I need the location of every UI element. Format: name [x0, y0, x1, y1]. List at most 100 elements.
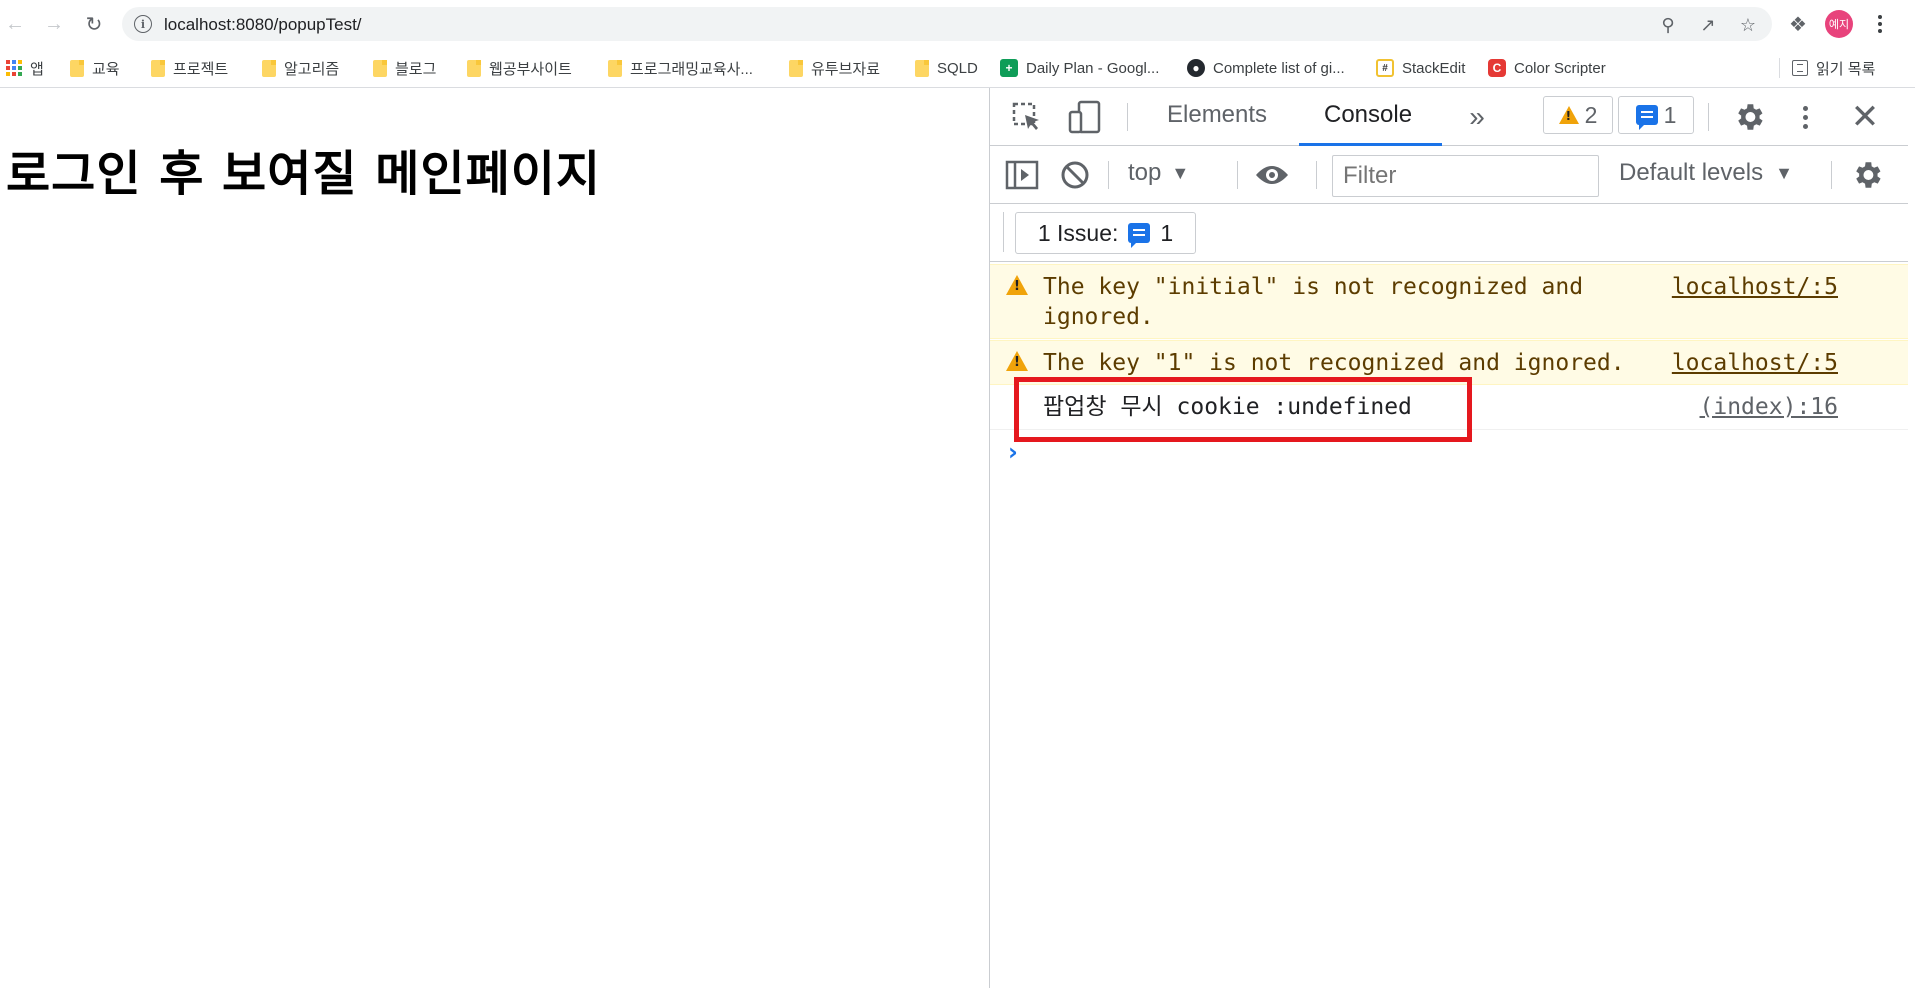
message-count: 1	[1663, 101, 1677, 128]
console-warning-row[interactable]: The key "initial" is not recognized and …	[990, 264, 1908, 339]
bookmark-label: 블로그	[395, 60, 437, 78]
page-title: 로그인 후 보여질 메인페이지	[6, 146, 602, 202]
warnings-counter[interactable]: 2	[1543, 96, 1613, 134]
color-scripter-icon: C	[1488, 59, 1506, 77]
reading-list-button[interactable]: 읽기 목록	[1792, 55, 1875, 81]
bookmark-label: 앱	[30, 60, 44, 78]
bookmark-folder[interactable]: 교육	[70, 55, 120, 81]
bookmark-label: Complete list of gi...	[1213, 59, 1345, 77]
tab-console[interactable]: Console	[1324, 101, 1412, 129]
folder-icon	[262, 59, 276, 77]
bookmarks-bar: 앱 교육 프로젝트 알고리즘 블로그 웹공부사이트 프로그래밍교육사... 유투…	[0, 48, 1915, 88]
dropdown-arrow-icon: ▼	[1171, 162, 1190, 183]
issues-button[interactable]: 1 Issue: 1	[1015, 212, 1196, 254]
share-icon[interactable]: ↗	[1697, 14, 1719, 36]
console-prompt-icon[interactable]: ›	[1008, 438, 1018, 466]
profile-avatar[interactable]: 예지	[1825, 10, 1853, 38]
bookmark-label: SQLD	[937, 59, 978, 77]
address-bar[interactable]: i localhost:8080/popupTest/ ⚲ ↗ ☆	[122, 7, 1772, 41]
bookmark-label: Daily Plan - Googl...	[1026, 59, 1160, 77]
bookmark-folder[interactable]: 웹공부사이트	[467, 55, 572, 81]
folder-icon	[151, 59, 165, 77]
bookmark-folder[interactable]: SQLD	[915, 55, 978, 81]
extensions-puzzle-icon[interactable]: ❖	[1784, 10, 1812, 38]
bookmark-apps[interactable]: 앱	[6, 55, 44, 81]
zoom-icon[interactable]: ⚲	[1657, 14, 1679, 36]
reading-list-label: 읽기 목록	[1816, 60, 1876, 78]
page-viewport: 로그인 후 보여질 메인페이지	[0, 88, 989, 988]
bookmark-label: Color Scripter	[1514, 59, 1606, 77]
context-label: top	[1128, 159, 1162, 186]
bookmark-label: 프로젝트	[173, 60, 229, 78]
bookmark-label: 프로그래밍교육사...	[630, 60, 753, 78]
issues-count: 1	[1160, 219, 1174, 246]
devtools-tabbar: Elements Console » 2 1 ✕	[990, 88, 1908, 146]
google-sheets-icon: +	[1000, 59, 1018, 77]
issue-message-icon	[1128, 223, 1151, 248]
console-message: The key "initial" is not recognized and …	[1043, 274, 1584, 330]
folder-icon	[915, 59, 929, 77]
toolbar-divider	[1316, 161, 1317, 189]
live-expression-eye-icon[interactable]	[1252, 157, 1292, 193]
console-source-link[interactable]: localhost/:5	[1672, 348, 1838, 378]
console-source-link[interactable]: (index):16	[1700, 392, 1838, 422]
bookmark-label: 교육	[92, 60, 120, 78]
devtools-menu-icon[interactable]	[1790, 100, 1820, 134]
warning-icon	[1006, 275, 1028, 295]
bookmark-folder[interactable]: 프로그래밍교육사...	[608, 55, 753, 81]
site-info-icon[interactable]: i	[134, 15, 152, 33]
bookmark-label: 웹공부사이트	[489, 60, 572, 78]
console-source-link[interactable]: localhost/:5	[1672, 272, 1838, 302]
context-selector[interactable]: top ▼	[1128, 159, 1189, 187]
toolbar-divider	[1108, 161, 1109, 189]
dropdown-arrow-icon: ▼	[1775, 162, 1793, 183]
bookmark-folder[interactable]: 블로그	[373, 55, 436, 81]
bookmark-link[interactable]: # StackEdit	[1376, 55, 1465, 81]
sidebar-toggle-icon[interactable]	[1004, 157, 1040, 193]
device-toolbar-icon[interactable]	[1068, 100, 1102, 134]
forward-arrow-icon[interactable]: →	[40, 10, 68, 38]
bookmark-folder[interactable]: 알고리즘	[262, 55, 339, 81]
tabbar-divider	[1708, 103, 1709, 131]
url-text[interactable]: localhost:8080/popupTest/	[164, 15, 362, 35]
highlight-annotation-box	[1014, 377, 1472, 442]
warning-icon	[1558, 106, 1579, 124]
bookmark-folder[interactable]: 프로젝트	[151, 55, 228, 81]
clear-console-icon[interactable]	[1057, 157, 1093, 193]
reading-list-icon	[1792, 60, 1808, 76]
back-arrow-icon[interactable]: ←	[1, 10, 29, 38]
warning-count: 2	[1584, 101, 1598, 128]
issues-divider	[1003, 212, 1004, 252]
bookmarks-divider	[1779, 58, 1780, 78]
folder-icon	[373, 59, 387, 77]
console-message: The key "1" is not recognized and ignore…	[1043, 350, 1625, 376]
tab-elements[interactable]: Elements	[1167, 101, 1267, 129]
bookmark-label: 알고리즘	[284, 60, 340, 78]
bookmark-star-icon[interactable]: ☆	[1737, 14, 1759, 36]
stackedit-icon: #	[1376, 59, 1394, 77]
devtools-panel: Elements Console » 2 1 ✕ top ▼	[989, 88, 1908, 988]
browser-menu-icon[interactable]	[1866, 10, 1894, 38]
more-tabs-chevron-icon[interactable]: »	[1460, 100, 1494, 134]
console-filter-input[interactable]	[1332, 155, 1599, 197]
browser-toolbar: ← → ↻ i localhost:8080/popupTest/ ⚲ ↗ ☆ …	[0, 0, 1915, 48]
warning-icon	[1006, 351, 1028, 371]
folder-icon	[608, 59, 622, 77]
close-devtools-icon[interactable]: ✕	[1846, 98, 1884, 136]
console-settings-gear-icon[interactable]	[1848, 156, 1886, 194]
bookmark-link[interactable]: ● Complete list of gi...	[1187, 55, 1345, 81]
messages-counter[interactable]: 1	[1618, 96, 1694, 134]
bookmark-folder[interactable]: 유투브자료	[789, 55, 880, 81]
toolbar-divider	[1237, 161, 1238, 189]
reload-icon[interactable]: ↻	[80, 10, 108, 38]
message-icon	[1635, 105, 1658, 130]
bookmark-link[interactable]: + Daily Plan - Googl...	[1000, 55, 1159, 81]
settings-gear-icon[interactable]	[1730, 98, 1768, 136]
folder-icon	[789, 59, 803, 77]
log-levels-dropdown[interactable]: Default levels ▼	[1619, 159, 1793, 187]
log-levels-label: Default levels	[1619, 159, 1764, 186]
bookmark-link[interactable]: C Color Scripter	[1488, 55, 1606, 81]
inspect-element-icon[interactable]	[1010, 100, 1044, 134]
issues-label: 1 Issue:	[1037, 219, 1119, 246]
tabbar-divider	[1127, 103, 1128, 131]
